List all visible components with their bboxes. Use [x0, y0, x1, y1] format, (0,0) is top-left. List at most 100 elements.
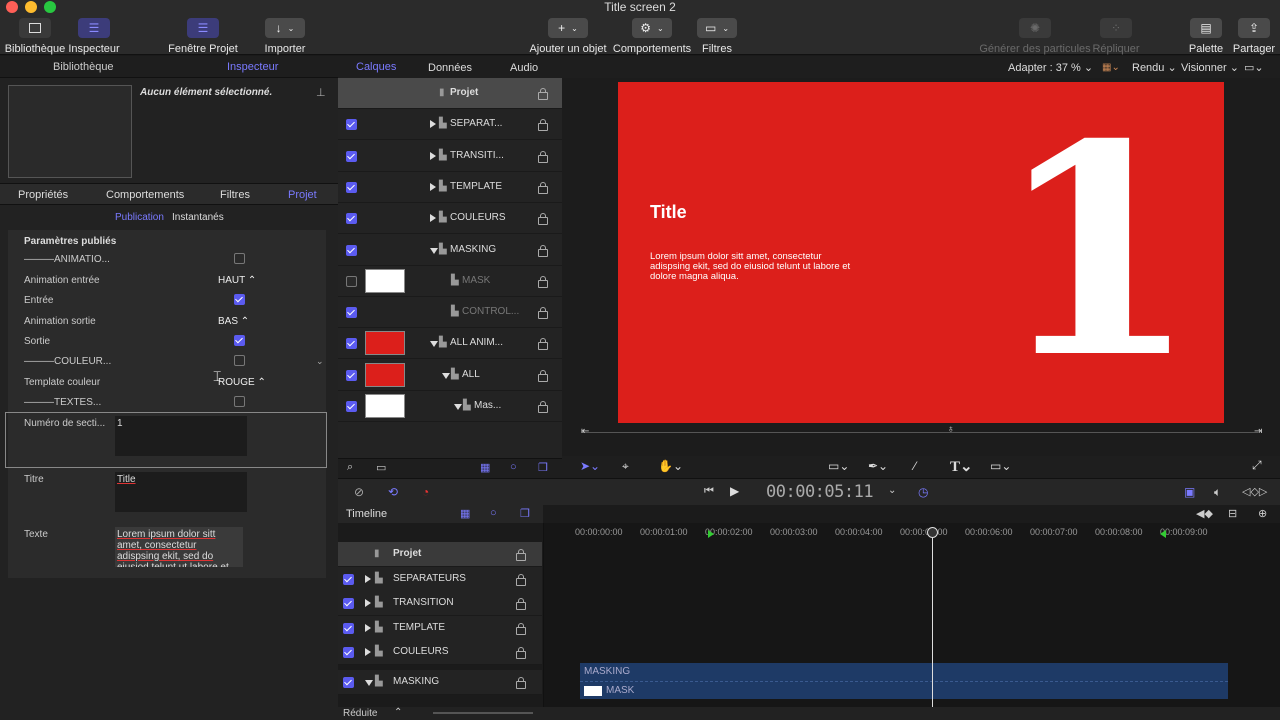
- volume-icon[interactable]: 🔈︎: [1214, 485, 1221, 500]
- color-channels-icon[interactable]: ▦⌄: [1102, 62, 1120, 73]
- lock-icon[interactable]: [538, 307, 548, 320]
- lock-icon[interactable]: [516, 647, 526, 660]
- timeline-visibility-checkbox[interactable]: [343, 647, 354, 659]
- layer-visibility-checkbox[interactable]: [346, 401, 357, 412]
- tab-audio[interactable]: Audio: [510, 62, 538, 74]
- layer-row[interactable]: ▙ CONTROL...: [338, 297, 562, 329]
- tab-filters[interactable]: Filtres: [220, 189, 250, 201]
- lock-icon[interactable]: [538, 213, 548, 226]
- grid-icon[interactable]: ▦: [480, 461, 490, 474]
- timecode-menu-icon[interactable]: ⌄: [888, 485, 896, 496]
- layer-visibility-checkbox[interactable]: [346, 244, 357, 256]
- layer-row[interactable]: ▙ SEPARAT...: [338, 109, 562, 141]
- canvas-frame[interactable]: Title Lorem ipsum dolor sitt amet, conse…: [618, 82, 1224, 423]
- layer-row[interactable]: ▙ TEMPLATE: [338, 172, 562, 203]
- timeline-circle-icon[interactable]: ○: [490, 507, 497, 519]
- param-value-popup[interactable]: ROUGE ⌃: [218, 377, 266, 388]
- layer-visibility-checkbox[interactable]: [346, 369, 357, 381]
- disclosure-right-icon[interactable]: [365, 599, 371, 608]
- tab-properties[interactable]: Propriétés: [18, 189, 68, 201]
- param-checkbox[interactable]: [234, 335, 245, 346]
- layer-visibility-checkbox[interactable]: [346, 338, 357, 350]
- param-checkbox[interactable]: [234, 253, 245, 264]
- layer-visibility-checkbox[interactable]: [346, 275, 357, 287]
- timeline-visibility-checkbox[interactable]: [343, 573, 354, 585]
- add-object-button[interactable]: + ⌄ Ajouter un objet: [529, 18, 607, 55]
- param-checkbox[interactable]: [234, 355, 245, 366]
- param-value-popup[interactable]: BAS ⌃: [218, 316, 249, 327]
- size-menu-label[interactable]: Réduite: [343, 708, 377, 719]
- lock-icon[interactable]: [538, 150, 548, 163]
- select-tool-icon[interactable]: ➤⌄: [580, 459, 600, 473]
- masking-track-bar[interactable]: MASKING: [580, 663, 1228, 681]
- record-icon[interactable]: ◔: [422, 485, 429, 499]
- timeline-row[interactable]: ▙ MASKING: [338, 670, 542, 695]
- timeline-ruler[interactable]: 00:00:00:00 00:00:01:00 00:00:02:00 00:00:0…: [543, 523, 1280, 543]
- lock-icon[interactable]: [538, 275, 548, 288]
- layer-row[interactable]: ▙ ALL ANIM...: [338, 328, 562, 360]
- lock-icon[interactable]: [516, 549, 526, 561]
- palette-button[interactable]: ▤ Palette: [1188, 18, 1224, 55]
- view-menu[interactable]: Visionner ⌄: [1181, 61, 1239, 74]
- shape-tool-icon[interactable]: ▭⌄: [828, 459, 849, 473]
- library-toggle-button[interactable]: Bibliothèque: [5, 18, 65, 55]
- pen-tool-icon[interactable]: ✒⌄: [868, 459, 888, 473]
- disclosure-down-icon[interactable]: [454, 404, 462, 410]
- tab-project[interactable]: Projet: [288, 189, 317, 201]
- mask-track-bar[interactable]: MASK: [580, 681, 1228, 699]
- timecode-display[interactable]: 00:00:05:11: [766, 482, 874, 502]
- transform-tool-icon[interactable]: ⌖: [622, 459, 629, 474]
- layers-stack-icon[interactable]: ❐: [538, 461, 548, 474]
- disclosure-down-icon[interactable]: [430, 247, 438, 254]
- lock-icon[interactable]: [538, 88, 548, 100]
- layer-visibility-checkbox[interactable]: [346, 213, 357, 225]
- lock-icon[interactable]: [538, 401, 548, 413]
- emit-particles-button[interactable]: ✺ Générer des particules: [979, 18, 1091, 55]
- brush-tool-icon[interactable]: ⁄: [914, 459, 916, 473]
- layer-visibility-checkbox[interactable]: [346, 150, 357, 162]
- tab-inspector[interactable]: Inspecteur: [227, 61, 278, 73]
- timeline-row[interactable]: ▙ TRANSITION: [338, 591, 542, 617]
- timeline-visibility-checkbox[interactable]: [343, 677, 354, 688]
- playhead-handle[interactable]: [927, 527, 938, 538]
- disclosure-right-icon[interactable]: [430, 182, 436, 191]
- inspector-toggle-button[interactable]: ☰ Inspecteur: [68, 18, 120, 55]
- timeline-row[interactable]: ▙ SEPARATEURS: [338, 566, 542, 592]
- timeline-row[interactable]: ▙ TEMPLATE: [338, 615, 542, 641]
- pin-icon[interactable]: ⊥: [316, 86, 326, 99]
- go-to-start-icon[interactable]: ⏮: [704, 485, 714, 498]
- tab-layers[interactable]: Calques: [356, 61, 396, 73]
- layer-visibility-checkbox[interactable]: [346, 181, 357, 193]
- project-pane-button[interactable]: ☰ Fenêtre Projet: [168, 18, 238, 55]
- size-chevron-icon[interactable]: ⌃: [394, 707, 402, 718]
- mini-playhead[interactable]: ♁: [947, 424, 955, 435]
- disclosure-down-icon[interactable]: [365, 680, 373, 686]
- out-point-marker[interactable]: [1160, 530, 1166, 538]
- lock-icon[interactable]: [516, 677, 526, 689]
- layout-icon[interactable]: ▭⌄: [1244, 61, 1264, 74]
- mask-tool-icon[interactable]: ▭⌄: [990, 459, 1011, 473]
- disclosure-down-icon[interactable]: [442, 372, 450, 379]
- disclosure-right-icon[interactable]: [365, 623, 371, 632]
- tab-data[interactable]: Données: [428, 62, 472, 74]
- layer-row[interactable]: ▙ COULEURS: [338, 203, 562, 235]
- disclosure-right-icon[interactable]: [365, 648, 371, 657]
- text-tool-icon[interactable]: T⌄: [950, 457, 973, 476]
- lock-icon[interactable]: [538, 181, 548, 194]
- hand-tool-icon[interactable]: ✋⌄: [658, 459, 683, 473]
- subtab-publication[interactable]: Publication: [115, 212, 164, 223]
- timeline-row[interactable]: ▮ Projet: [338, 542, 542, 567]
- mini-timeline-start[interactable]: ⇤: [581, 426, 589, 437]
- play-icon[interactable]: ▶: [730, 484, 739, 498]
- tab-behaviors[interactable]: Comportements: [106, 189, 184, 201]
- audio-mute-icon[interactable]: ⊘: [354, 485, 364, 499]
- circle-icon[interactable]: ○: [510, 461, 517, 473]
- save-frame-icon[interactable]: ▣: [1184, 485, 1195, 499]
- disclosure-right-icon[interactable]: [365, 574, 371, 583]
- mini-timeline-end[interactable]: ⇥: [1254, 426, 1262, 437]
- in-point-marker[interactable]: [708, 530, 714, 538]
- timeline-row[interactable]: ▙ COULEURS: [338, 640, 542, 666]
- timeline-stack-icon[interactable]: ❐: [520, 507, 530, 520]
- keyframe-nav-icon[interactable]: ◁◇▷: [1242, 485, 1267, 498]
- loop-icon[interactable]: ⟲: [388, 485, 398, 499]
